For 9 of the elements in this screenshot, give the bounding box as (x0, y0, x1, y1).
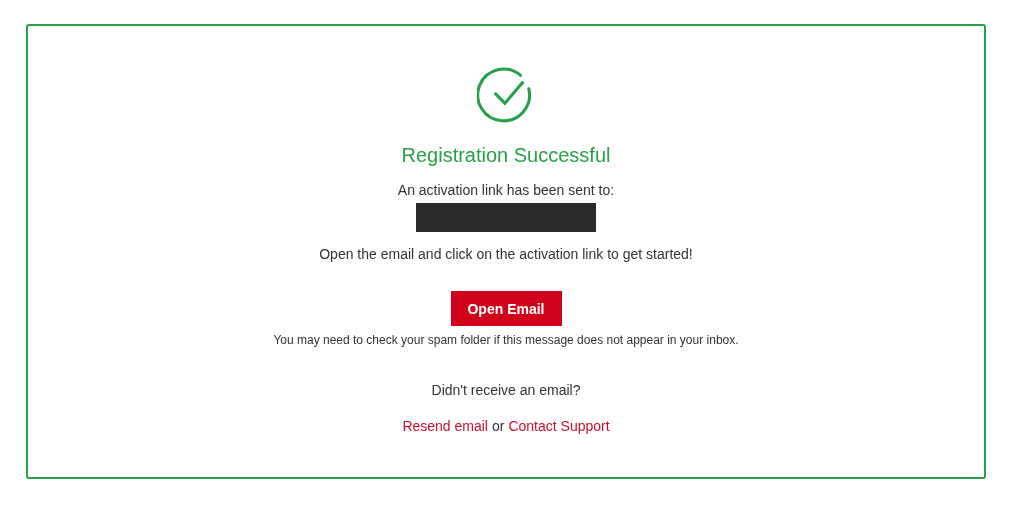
open-email-button[interactable]: Open Email (450, 291, 562, 326)
connector-text: or (492, 417, 505, 435)
link[interactable]: Contact Support (508, 417, 610, 435)
sent-to-label: An activation link has been sent to: (397, 181, 615, 199)
instruction-text: Open the email and click on the activation link to get started! (319, 245, 693, 263)
spam-note: You may need to check your spam folder if this message does not appear in your inbox. (273, 333, 739, 348)
link[interactable]: Resend email (402, 417, 488, 435)
resend-prompt: Didn't receive an email? (431, 381, 581, 399)
success-title: Registration Successful (401, 143, 611, 167)
